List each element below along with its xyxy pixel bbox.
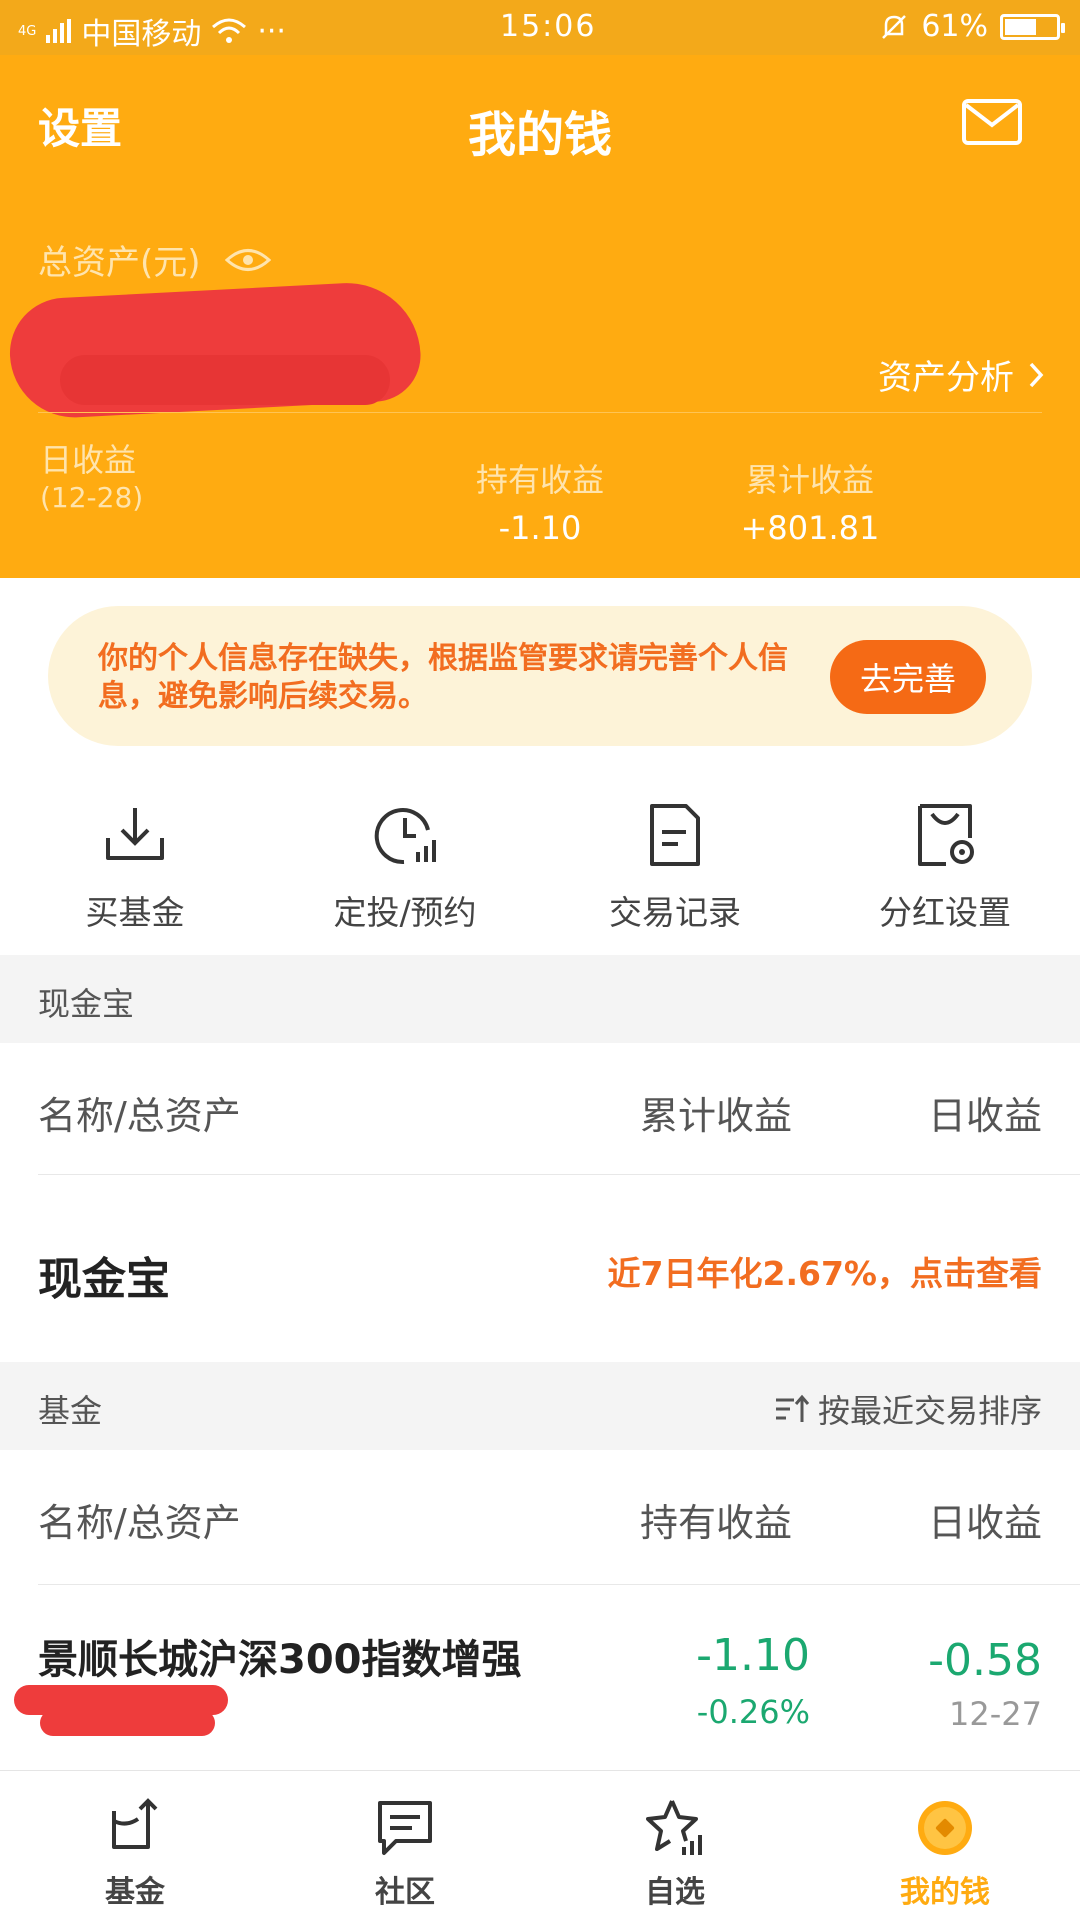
nav-community[interactable]: 社区 bbox=[270, 1771, 540, 1920]
document-icon bbox=[650, 804, 700, 866]
daily-income-label: 日收益 bbox=[40, 441, 137, 479]
auto-invest-label: 定投/预约 bbox=[333, 893, 477, 932]
fund-row[interactable]: 景顺长城沪深300指数增强 -1.10 -0.26% -0.58 12-27 bbox=[0, 1585, 1080, 1770]
chat-icon bbox=[378, 1801, 432, 1855]
total-income-label: 累计收益 bbox=[745, 461, 874, 499]
bell-muted-icon bbox=[882, 14, 907, 39]
fund-holding-percent: -0.26% bbox=[696, 1693, 810, 1731]
fund-name: 景顺长城沪深300指数增强 bbox=[38, 1637, 522, 1683]
bag-settings-icon bbox=[918, 804, 974, 866]
dividend-settings-label: 分红设置 bbox=[879, 893, 1011, 932]
cash-section-title: 现金宝 bbox=[38, 985, 135, 1023]
fund-daily-income: -0.58 bbox=[928, 1635, 1042, 1686]
redaction-mark bbox=[40, 1710, 215, 1736]
buy-fund-label: 买基金 bbox=[85, 893, 185, 932]
nav-community-label: 社区 bbox=[375, 1875, 435, 1910]
mail-icon[interactable] bbox=[962, 99, 1022, 145]
cash-section-header: 现金宝 bbox=[0, 955, 1080, 1043]
page-title: 我的钱 bbox=[467, 107, 612, 163]
total-asset-label-text: 总资产(元) bbox=[38, 243, 201, 283]
buy-fund-button[interactable]: 买基金 bbox=[0, 800, 270, 950]
carrier-name: 中国移动 bbox=[81, 17, 202, 52]
holding-income-stat: 持有收益 -1.10 bbox=[440, 455, 640, 547]
holding-income-value: -1.10 bbox=[498, 509, 582, 547]
total-income-value: +801.81 bbox=[740, 509, 880, 547]
fund-section-header: 基金 按最近交易排序 bbox=[0, 1362, 1080, 1450]
column-name-asset: 名称/总资产 bbox=[38, 1094, 241, 1138]
column-holding-income: 持有收益 bbox=[640, 1501, 793, 1545]
nav-my-money-label: 我的钱 bbox=[900, 1875, 990, 1910]
nav-my-money[interactable]: 我的钱 bbox=[810, 1771, 1080, 1920]
sort-by-recent-button[interactable]: 按最近交易排序 bbox=[774, 1386, 1042, 1432]
column-daily-income: 日收益 bbox=[927, 1094, 1042, 1138]
star-chart-icon bbox=[646, 1800, 702, 1855]
coin-icon bbox=[918, 1801, 972, 1855]
battery-percent: 61% bbox=[921, 9, 988, 44]
transaction-records-label: 交易记录 bbox=[609, 893, 741, 932]
battery-icon bbox=[1000, 13, 1065, 40]
asset-analysis-link[interactable]: 资产分析 bbox=[878, 350, 1044, 399]
redaction-mark bbox=[60, 355, 390, 405]
network-type: 4G bbox=[18, 23, 37, 39]
eye-icon[interactable] bbox=[224, 247, 271, 273]
daily-income-stat: 日收益 (12-28) 0.00 bbox=[40, 435, 193, 613]
cash-treasure-name: 现金宝 bbox=[38, 1254, 170, 1305]
fund-holding-income: -1.10 bbox=[696, 1630, 810, 1681]
fund-section-title: 基金 bbox=[38, 1392, 103, 1430]
signal-icon bbox=[46, 19, 72, 43]
complete-info-button[interactable]: 去完善 bbox=[830, 640, 986, 714]
cash-treasure-row[interactable]: 现金宝 近7日年化2.67%，点击查看 bbox=[0, 1175, 1080, 1360]
notice-text: 你的个人信息存在缺失，根据监管要求请完善个人信息，避免影响后续交易。 bbox=[98, 641, 788, 714]
info-missing-notice: 你的个人信息存在缺失，根据监管要求请完善个人信息，避免影响后续交易。 去完善 bbox=[48, 606, 1032, 746]
bottom-navigation: 基金 社区 自选 我的钱 bbox=[0, 1770, 1080, 1920]
fund-column-headers: 名称/总资产 持有收益 日收益 bbox=[0, 1450, 1080, 1580]
column-cumulative-income: 累计收益 bbox=[640, 1094, 793, 1138]
dividend-settings-button[interactable]: 分红设置 bbox=[810, 800, 1080, 950]
holding-income-label: 持有收益 bbox=[475, 461, 604, 499]
daily-income-date: (12-28) bbox=[40, 481, 144, 514]
status-time: 15:06 bbox=[500, 9, 597, 44]
divider bbox=[38, 412, 1042, 413]
page: 4G 中国移动 ··· 15:06 61% 设置 我的钱 总资产(元) 资产分析… bbox=[0, 0, 1080, 1920]
nav-fund-label: 基金 bbox=[105, 1875, 165, 1910]
nav-watchlist[interactable]: 自选 bbox=[540, 1771, 810, 1920]
quick-actions: 买基金 定投/预约 交易记录 分红设置 bbox=[0, 800, 1080, 950]
more-indicator: ··· bbox=[257, 13, 286, 49]
nav-watchlist-label: 自选 bbox=[645, 1875, 705, 1910]
fund-icon bbox=[112, 1798, 158, 1849]
chevron-right-icon bbox=[1029, 362, 1044, 387]
column-daily-income: 日收益 bbox=[927, 1501, 1042, 1545]
column-name-asset: 名称/总资产 bbox=[38, 1501, 241, 1545]
auto-invest-button[interactable]: 定投/预约 bbox=[270, 800, 540, 950]
cash-column-headers: 名称/总资产 累计收益 日收益 bbox=[0, 1043, 1080, 1173]
nav-fund[interactable]: 基金 bbox=[0, 1771, 270, 1920]
download-icon bbox=[106, 808, 164, 860]
transaction-records-button[interactable]: 交易记录 bbox=[540, 800, 810, 950]
header: 设置 我的钱 总资产(元) 资产分析 日收益 (12-28) 0.00 持有收益 bbox=[0, 55, 1080, 613]
total-income-stat: 累计收益 +801.81 bbox=[710, 455, 910, 547]
status-bar: 4G 中国移动 ··· 15:06 61% bbox=[0, 0, 1080, 55]
clock-chart-icon bbox=[374, 808, 436, 865]
sort-label: 按最近交易排序 bbox=[817, 1392, 1042, 1430]
fund-daily-date: 12-27 bbox=[949, 1695, 1042, 1733]
asset-analysis-label: 资产分析 bbox=[878, 358, 1014, 398]
total-asset-label: 总资产(元) bbox=[38, 235, 271, 284]
sort-icon bbox=[775, 1394, 810, 1422]
cash-treasure-yield-link[interactable]: 近7日年化2.67%，点击查看 bbox=[608, 1247, 1042, 1295]
wifi-icon bbox=[212, 18, 247, 43]
